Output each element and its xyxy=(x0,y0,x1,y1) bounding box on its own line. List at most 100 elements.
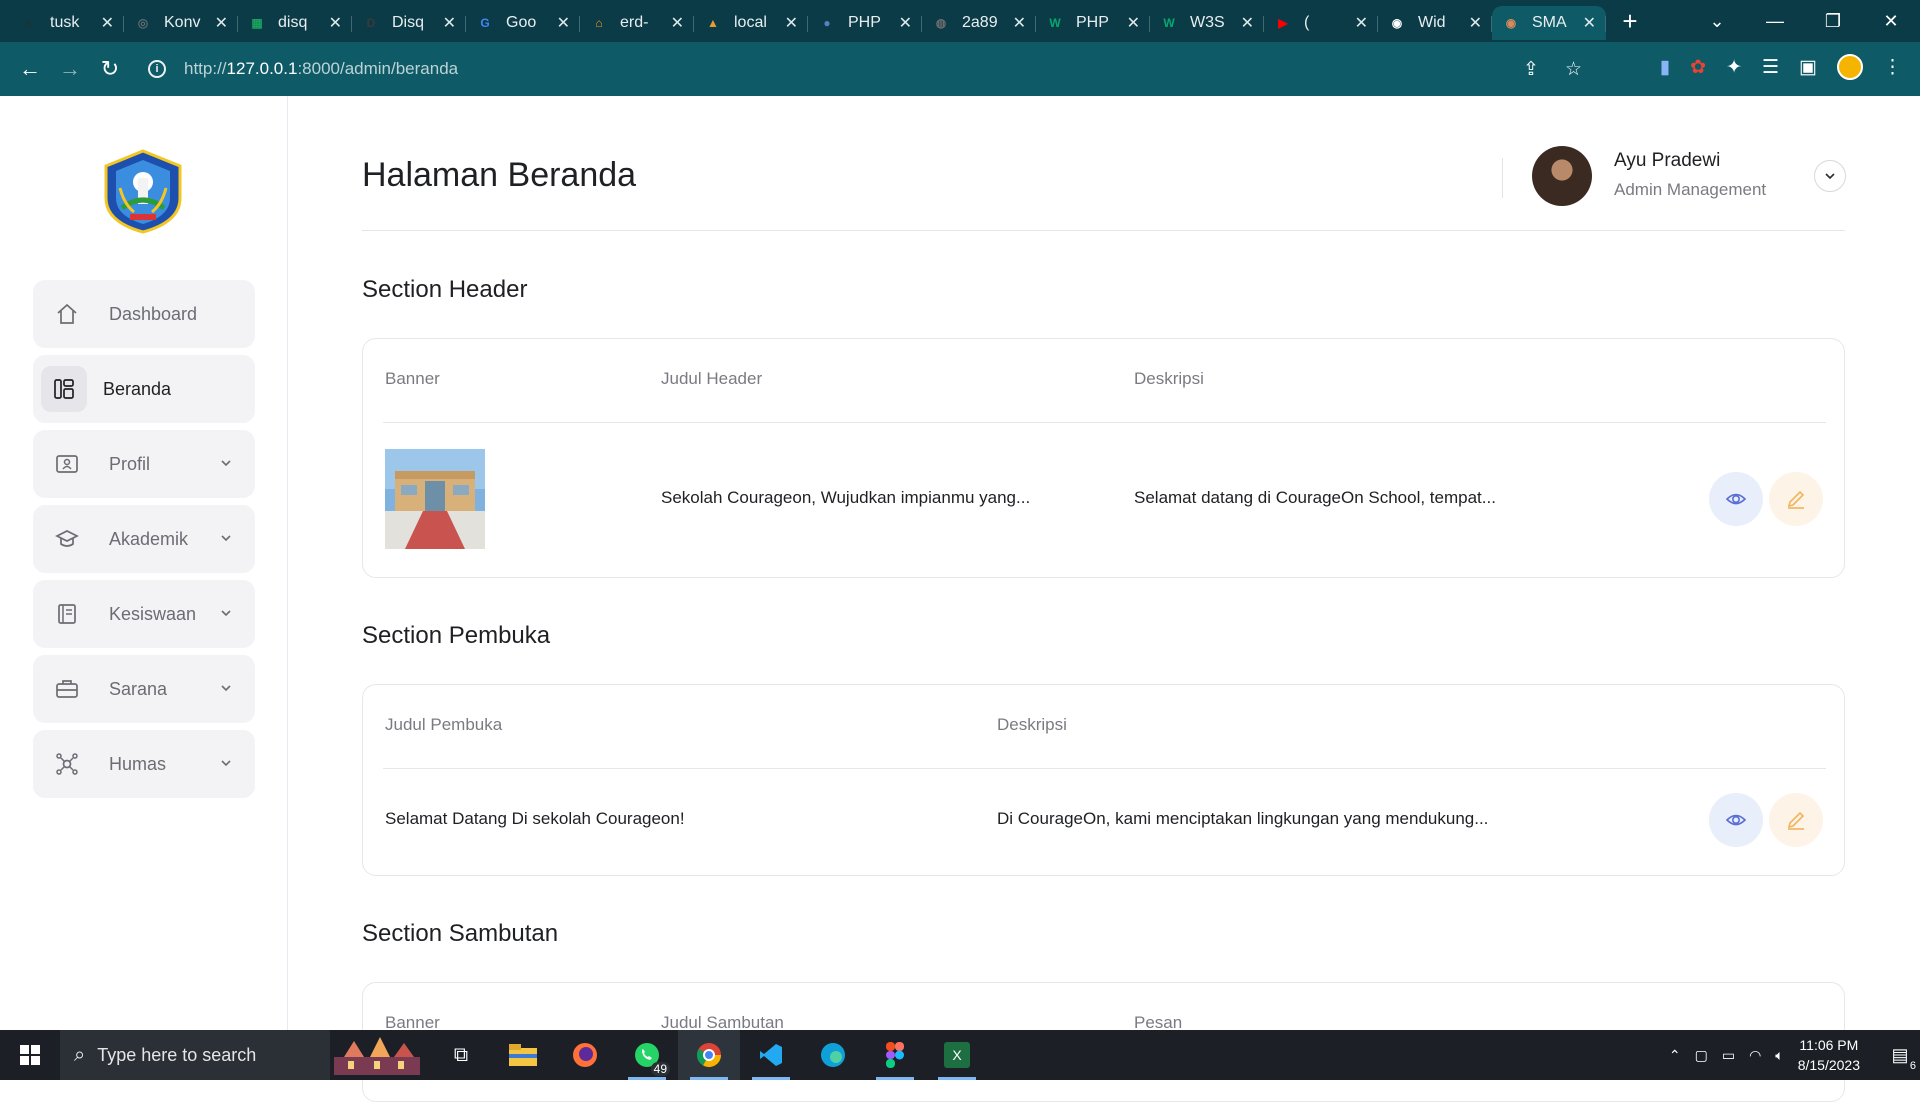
start-button[interactable] xyxy=(0,1030,60,1080)
browser-tab[interactable]: W W3S ✕ xyxy=(1150,6,1264,40)
minimize-button[interactable]: — xyxy=(1746,11,1804,32)
whatsapp-icon[interactable]: 49 xyxy=(616,1030,678,1080)
reload-button[interactable]: ↻ xyxy=(90,56,130,82)
tab-title: Disq xyxy=(392,14,425,31)
reading-list-icon[interactable]: ☰ xyxy=(1762,56,1779,79)
notification-count: 6 xyxy=(1909,1060,1916,1072)
file-explorer-icon[interactable] xyxy=(492,1030,554,1080)
side-panel-icon[interactable]: ▣ xyxy=(1799,56,1817,79)
tab-close-icon[interactable]: ✕ xyxy=(329,13,342,33)
address-bar[interactable]: i http://127.0.0.1:8000/admin/beranda ⇪ … xyxy=(140,50,1600,88)
site-info-icon[interactable]: i xyxy=(148,60,166,78)
sidebar-item-label: Dashboard xyxy=(109,303,198,324)
browser-tab[interactable]: ◐ tusk ✕ xyxy=(10,6,124,40)
new-tab-button[interactable]: + xyxy=(1610,6,1650,37)
chevron-down-icon xyxy=(1825,173,1835,180)
browser-tab[interactable]: ▶ (✕ xyxy=(1264,6,1378,40)
section-header-title: Section Header xyxy=(362,276,528,303)
wifi-icon[interactable]: ◠ xyxy=(1749,1047,1761,1064)
tab-favicon-icon: ◉ xyxy=(1391,16,1403,30)
network-icon xyxy=(55,752,79,776)
sidebar-item-label: Sarana xyxy=(109,678,168,699)
browser-tab[interactable]: G Goo ✕ xyxy=(466,6,580,40)
browser-tab[interactable]: ● PHP ✕ xyxy=(808,6,922,40)
notification-center[interactable]: ▤ 6 xyxy=(1880,1030,1920,1080)
browser-tab[interactable]: W PHP ✕ xyxy=(1036,6,1150,40)
back-button[interactable]: ← xyxy=(10,56,50,82)
volume-icon[interactable]: 🔈︎ xyxy=(1775,1047,1783,1064)
extensions-area: ▮ ✿ ✦ ☰ ▣ ⋮ xyxy=(1660,54,1920,80)
tab-close-icon[interactable]: ✕ xyxy=(785,13,798,33)
sidebar-item-humas[interactable]: Humas xyxy=(33,730,255,798)
edit-button[interactable] xyxy=(1769,472,1823,526)
castle-icon xyxy=(334,1037,420,1075)
edit-button[interactable] xyxy=(1769,793,1823,847)
pencil-icon xyxy=(1787,811,1805,830)
banner-thumbnail[interactable] xyxy=(385,449,485,549)
tab-close-icon[interactable]: ✕ xyxy=(101,13,114,33)
extension-color-icon[interactable]: ✿ xyxy=(1690,56,1706,79)
browser-tab[interactable]: ◉ Wid ✕ xyxy=(1378,6,1492,40)
sidebar-item-dashboard[interactable]: Dashboard xyxy=(33,280,255,348)
sidebar-menu: Dashboard Beranda Profil Akademik Kesiswaan S… xyxy=(33,280,255,805)
chevron-up-icon[interactable]: ⌃ xyxy=(1669,1047,1681,1064)
tab-close-icon[interactable]: ✕ xyxy=(1583,13,1596,33)
firefox-icon[interactable] xyxy=(554,1030,616,1080)
share-icon[interactable]: ⇪ xyxy=(1523,58,1539,81)
taskbar-search[interactable]: ⌕ Type here to search xyxy=(60,1030,330,1080)
sidebar-item-label: Humas xyxy=(109,753,167,774)
sidebar-item-beranda[interactable]: Beranda xyxy=(33,355,255,423)
browser-tab[interactable]: ⌂ erd- ✕ xyxy=(580,6,694,40)
battery-icon[interactable]: ▭ xyxy=(1722,1047,1735,1064)
tab-close-icon[interactable]: ✕ xyxy=(443,13,456,33)
close-window-button[interactable]: ✕ xyxy=(1862,11,1920,32)
browser-tab[interactable]: ▦ disq ✕ xyxy=(238,6,352,40)
tab-close-icon[interactable]: ✕ xyxy=(557,13,570,33)
figma-icon[interactable] xyxy=(864,1030,926,1080)
user-menu-toggle[interactable] xyxy=(1814,160,1846,192)
tab-close-icon[interactable]: ✕ xyxy=(1013,13,1026,33)
vscode-icon[interactable] xyxy=(740,1030,802,1080)
notification-icon: ▤ xyxy=(1891,1044,1909,1065)
tab-close-icon[interactable]: ✕ xyxy=(671,13,684,33)
tab-close-icon[interactable]: ✕ xyxy=(1469,13,1482,33)
tab-close-icon[interactable]: ✕ xyxy=(1241,13,1254,33)
search-highlight-image[interactable] xyxy=(330,1030,424,1080)
forward-button[interactable]: → xyxy=(50,56,90,82)
tab-close-icon[interactable]: ✕ xyxy=(215,13,228,33)
tab-close-icon[interactable]: ✕ xyxy=(1355,13,1368,33)
sidebar-item-sarana[interactable]: Sarana xyxy=(33,655,255,723)
meet-icon[interactable]: ▢ xyxy=(1695,1047,1708,1064)
browser-tab[interactable]: ▲ local ✕ xyxy=(694,6,808,40)
tab-favicon-icon: ▲ xyxy=(707,16,719,30)
sidebar-item-profil[interactable]: Profil xyxy=(33,430,255,498)
sidebar-item-akademik[interactable]: Akademik xyxy=(33,505,255,573)
task-view-button[interactable]: ⧉ xyxy=(430,1030,492,1080)
maximize-button[interactable]: ❐ xyxy=(1804,11,1862,32)
url-text[interactable]: http://127.0.0.1:8000/admin/beranda xyxy=(184,59,458,79)
chrome-profile-avatar[interactable] xyxy=(1837,54,1863,80)
browser-tab[interactable]: ◎ Konv ✕ xyxy=(124,6,238,40)
chrome-menu-icon[interactable]: ⋮ xyxy=(1883,56,1902,79)
browser-tab[interactable]: ◉ SMA ✕ xyxy=(1492,6,1606,40)
tab-close-icon[interactable]: ✕ xyxy=(1127,13,1140,33)
col-judul-pembuka: Judul Pembuka xyxy=(385,715,503,734)
extension-doc-icon[interactable]: ▮ xyxy=(1660,56,1670,79)
excel-icon[interactable]: X xyxy=(926,1030,988,1080)
edge-icon[interactable] xyxy=(802,1030,864,1080)
clock[interactable]: 11:06 PM 8/15/2023 xyxy=(1798,1035,1860,1075)
extensions-puzzle-icon[interactable]: ✦ xyxy=(1726,56,1742,79)
chevron-down-icon xyxy=(219,604,233,625)
view-button[interactable] xyxy=(1709,472,1763,526)
eye-icon xyxy=(1725,814,1747,826)
browser-tab[interactable]: ◍ 2a89 ✕ xyxy=(922,6,1036,40)
browser-tab[interactable]: D Disq ✕ xyxy=(352,6,466,40)
tab-favicon-icon: ▶ xyxy=(1278,16,1288,30)
view-button[interactable] xyxy=(1709,793,1763,847)
chrome-icon[interactable] xyxy=(678,1030,740,1080)
bookmark-star-icon[interactable]: ☆ xyxy=(1565,58,1582,81)
tab-close-icon[interactable]: ✕ xyxy=(899,13,912,33)
tab-search-icon[interactable]: ⌄ xyxy=(1688,11,1746,32)
user-avatar[interactable] xyxy=(1532,146,1592,206)
sidebar-item-kesiswaan[interactable]: Kesiswaan xyxy=(33,580,255,648)
